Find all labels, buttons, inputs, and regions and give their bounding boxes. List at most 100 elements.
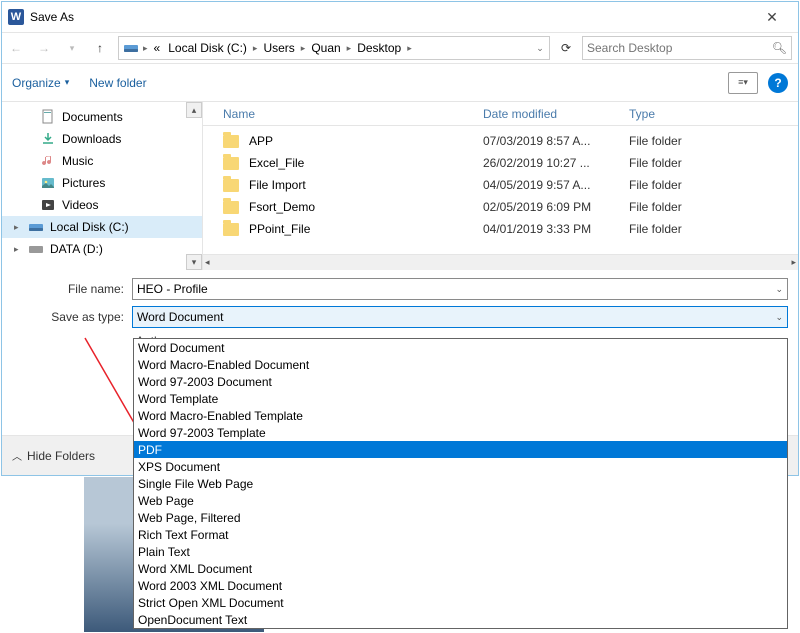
- saveastype-option[interactable]: Word 97-2003 Template: [134, 424, 787, 441]
- sidebar-item-label: Local Disk (C:): [50, 220, 129, 234]
- command-bar: Organize ▾ New folder ≡▾ ?: [2, 64, 798, 102]
- column-header-type[interactable]: Type: [629, 107, 731, 121]
- sidebar-item-data-d[interactable]: ▸ DATA (D:): [2, 238, 202, 260]
- saveastype-option[interactable]: Word 97-2003 Document: [134, 373, 787, 390]
- file-name: PPoint_File: [249, 222, 483, 236]
- file-date: 04/01/2019 3:33 PM: [483, 222, 629, 236]
- horizontal-scrollbar[interactable]: ◂ ▸: [203, 254, 798, 270]
- file-date: 02/05/2019 6:09 PM: [483, 200, 629, 214]
- saveastype-option[interactable]: Single File Web Page: [134, 475, 787, 492]
- folder-icon: [223, 179, 239, 192]
- chevron-right-icon[interactable]: ▸: [407, 43, 412, 54]
- sidebar-item-downloads[interactable]: Downloads: [2, 128, 202, 150]
- saveastype-option[interactable]: Rich Text Format: [134, 526, 787, 543]
- file-rows: APP 07/03/2019 8:57 A... File folder Exc…: [203, 126, 798, 254]
- file-name: Fsort_Demo: [249, 200, 483, 214]
- saveastype-option[interactable]: Plain Text: [134, 543, 787, 560]
- sidebar-item-label: Music: [62, 154, 93, 168]
- column-headers: Name Date modified Type: [203, 102, 798, 126]
- documents-icon: [40, 109, 56, 125]
- chevron-down-icon[interactable]: ⌄: [775, 284, 783, 295]
- drive-icon: [28, 241, 44, 257]
- chevron-right-icon[interactable]: ▸: [253, 43, 258, 54]
- organize-menu[interactable]: Organize ▾: [12, 76, 69, 90]
- sidebar-item-videos[interactable]: Videos: [2, 194, 202, 216]
- breadcrumb-segment[interactable]: Quan: [307, 41, 344, 55]
- chevron-right-icon[interactable]: ▸: [14, 244, 19, 255]
- hide-folders-button[interactable]: ︿ Hide Folders: [12, 448, 95, 463]
- sidebar-item-local-disk-c[interactable]: ▸ Local Disk (C:): [2, 216, 202, 238]
- sidebar-scroll-down[interactable]: ▾: [186, 254, 202, 270]
- nav-recent-dropdown[interactable]: ▾: [58, 34, 86, 62]
- chevron-right-icon[interactable]: ▸: [143, 43, 148, 54]
- search-icon[interactable]: 🔍︎: [772, 41, 787, 55]
- sidebar-item-pictures[interactable]: Pictures: [2, 172, 202, 194]
- explorer-body: ▴ Documents Downloads Music Pictures Vid…: [2, 102, 798, 270]
- file-row[interactable]: File Import 04/05/2019 9:57 A... File fo…: [203, 174, 798, 196]
- file-name: Excel_File: [249, 156, 483, 170]
- nav-bar: ← → ▾ ↑ ▸ « Local Disk (C:) ▸ Users ▸ Qu…: [2, 32, 798, 64]
- saveastype-option[interactable]: Word XML Document: [134, 560, 787, 577]
- saveastype-option[interactable]: XPS Document: [134, 458, 787, 475]
- column-header-name[interactable]: Name: [223, 107, 483, 121]
- breadcrumb-segment[interactable]: Users: [259, 41, 298, 55]
- nav-back-button[interactable]: ←: [2, 34, 30, 62]
- saveastype-option[interactable]: Word Macro-Enabled Document: [134, 356, 787, 373]
- saveastype-option[interactable]: OpenDocument Text: [134, 611, 787, 628]
- folder-icon: [223, 223, 239, 236]
- close-button[interactable]: ✕: [752, 3, 792, 31]
- scroll-right-icon[interactable]: ▸: [791, 257, 796, 268]
- file-date: 26/02/2019 10:27 ...: [483, 156, 629, 170]
- file-type: File folder: [629, 200, 731, 214]
- chevron-up-icon: ︿: [12, 448, 22, 463]
- address-bar[interactable]: ▸ « Local Disk (C:) ▸ Users ▸ Quan ▸ Des…: [118, 36, 550, 60]
- bc-overflow[interactable]: «: [150, 41, 165, 55]
- saveastype-option[interactable]: Word Template: [134, 390, 787, 407]
- saveastype-option[interactable]: Word Document: [134, 339, 787, 356]
- breadcrumb-segment[interactable]: Local Disk (C:): [164, 41, 251, 55]
- help-button[interactable]: ?: [768, 73, 788, 93]
- new-folder-button[interactable]: New folder: [89, 76, 146, 90]
- word-app-icon: W: [8, 9, 24, 25]
- sidebar-item-label: Videos: [62, 198, 98, 212]
- chevron-right-icon[interactable]: ▸: [347, 43, 352, 54]
- nav-tree: ▴ Documents Downloads Music Pictures Vid…: [2, 102, 202, 270]
- music-icon: [40, 153, 56, 169]
- file-row[interactable]: PPoint_File 04/01/2019 3:33 PM File fold…: [203, 218, 798, 240]
- chevron-right-icon[interactable]: ▸: [301, 43, 306, 54]
- chevron-right-icon[interactable]: ▸: [14, 222, 19, 233]
- folder-icon: [223, 135, 239, 148]
- sidebar-item-documents[interactable]: Documents: [2, 106, 202, 128]
- saveastype-option[interactable]: Word 2003 XML Document: [134, 577, 787, 594]
- saveastype-option[interactable]: Web Page: [134, 492, 787, 509]
- search-box[interactable]: 🔍︎: [582, 36, 792, 60]
- file-row[interactable]: APP 07/03/2019 8:57 A... File folder: [203, 130, 798, 152]
- filename-input[interactable]: HEO - Profile ⌄: [132, 278, 788, 300]
- search-input[interactable]: [587, 41, 772, 55]
- folder-icon: [223, 201, 239, 214]
- column-header-date[interactable]: Date modified: [483, 107, 629, 121]
- saveastype-option[interactable]: Web Page, Filtered: [134, 509, 787, 526]
- file-row[interactable]: Excel_File 26/02/2019 10:27 ... File fol…: [203, 152, 798, 174]
- address-dropdown[interactable]: ⌄: [533, 43, 547, 54]
- saveastype-label: Save as type:: [12, 310, 132, 324]
- nav-forward-button[interactable]: →: [30, 34, 58, 62]
- refresh-button[interactable]: ⟳: [554, 36, 578, 60]
- saveastype-option[interactable]: PDF: [134, 441, 787, 458]
- saveastype-option[interactable]: Word Macro-Enabled Template: [134, 407, 787, 424]
- breadcrumb-segment[interactable]: Desktop: [353, 41, 405, 55]
- view-options-button[interactable]: ≡▾: [728, 72, 758, 94]
- sidebar-item-music[interactable]: Music: [2, 150, 202, 172]
- scroll-left-icon[interactable]: ◂: [205, 257, 210, 268]
- videos-icon: [40, 197, 56, 213]
- saveastype-option[interactable]: Strict Open XML Document: [134, 594, 787, 611]
- file-type: File folder: [629, 134, 731, 148]
- chevron-down-icon[interactable]: ⌄: [775, 312, 783, 323]
- file-type: File folder: [629, 178, 731, 192]
- nav-up-button[interactable]: ↑: [86, 34, 114, 62]
- sidebar-item-label: Pictures: [62, 176, 105, 190]
- pictures-icon: [40, 175, 56, 191]
- file-row[interactable]: Fsort_Demo 02/05/2019 6:09 PM File folde…: [203, 196, 798, 218]
- saveastype-combobox[interactable]: Word Document ⌄: [132, 306, 788, 328]
- saveastype-dropdown-list[interactable]: Word DocumentWord Macro-Enabled Document…: [133, 338, 788, 629]
